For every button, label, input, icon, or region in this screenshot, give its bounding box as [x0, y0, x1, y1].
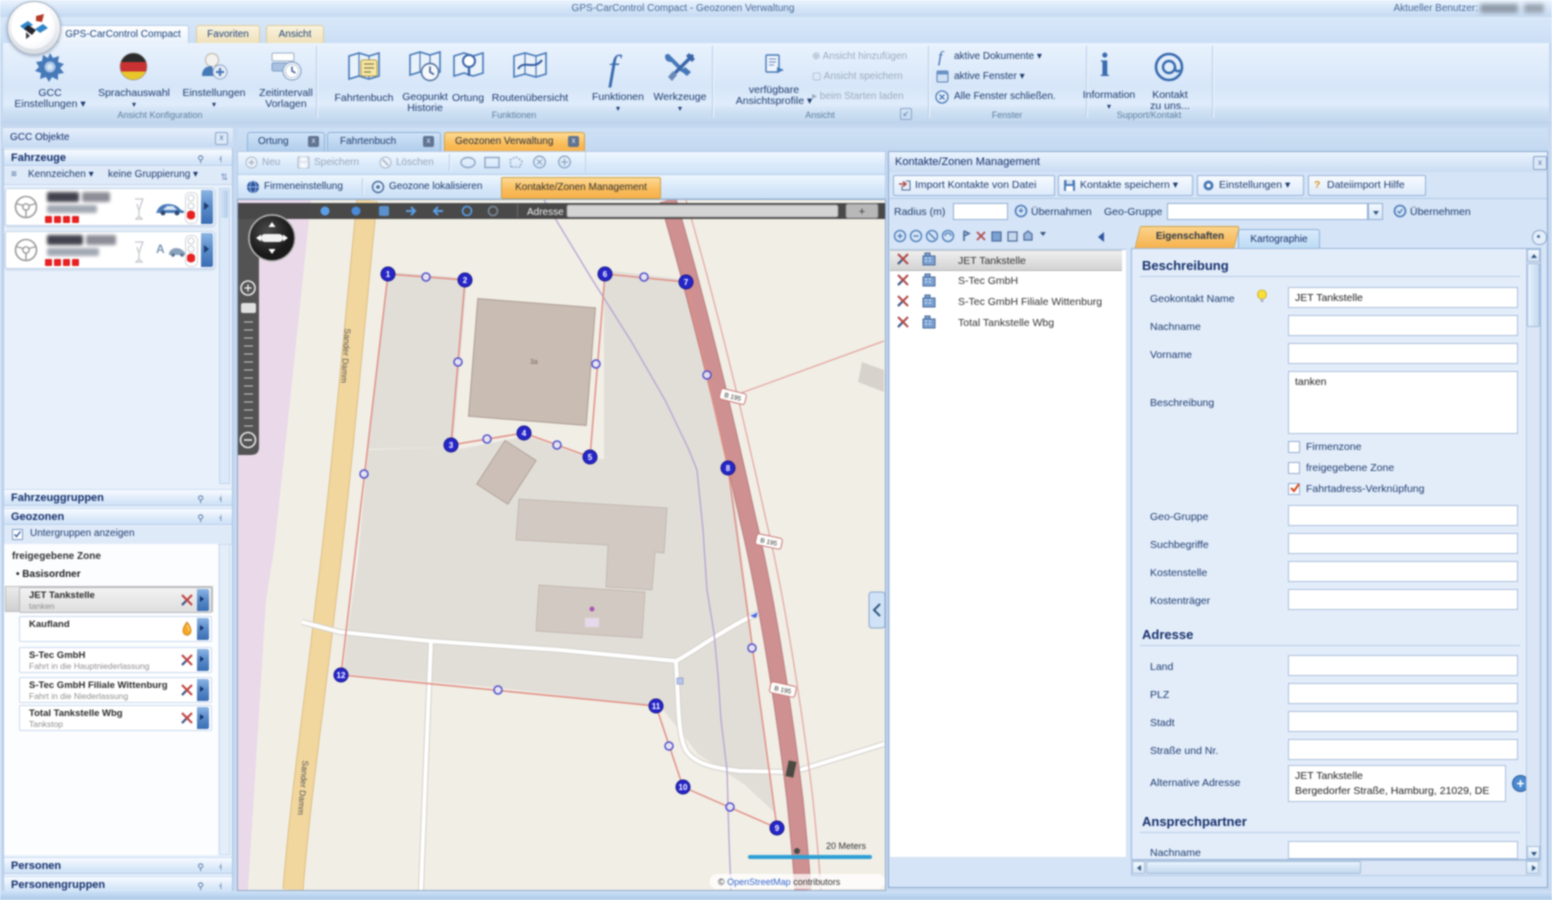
svg-text:5: 5 — [588, 453, 593, 462]
svg-text:12: 12 — [337, 671, 346, 680]
svg-text:10: 10 — [679, 783, 688, 792]
svg-text:8: 8 — [726, 464, 731, 473]
svg-text:2: 2 — [463, 276, 468, 285]
svg-text:11: 11 — [652, 702, 661, 711]
svg-text:4: 4 — [522, 429, 527, 438]
svg-text:3: 3 — [449, 441, 454, 450]
svg-text:© OpenStreetMap contributors: © OpenStreetMap contributors — [718, 877, 841, 887]
svg-text:6: 6 — [603, 270, 608, 279]
svg-text:Adresse: Adresse — [527, 207, 564, 218]
svg-text:20 Meters: 20 Meters — [826, 841, 867, 851]
svg-text:9: 9 — [775, 824, 780, 833]
svg-text:+: + — [859, 206, 865, 218]
svg-text:7: 7 — [684, 278, 689, 287]
svg-text:1: 1 — [386, 270, 391, 279]
svg-text:3a: 3a — [530, 359, 538, 366]
